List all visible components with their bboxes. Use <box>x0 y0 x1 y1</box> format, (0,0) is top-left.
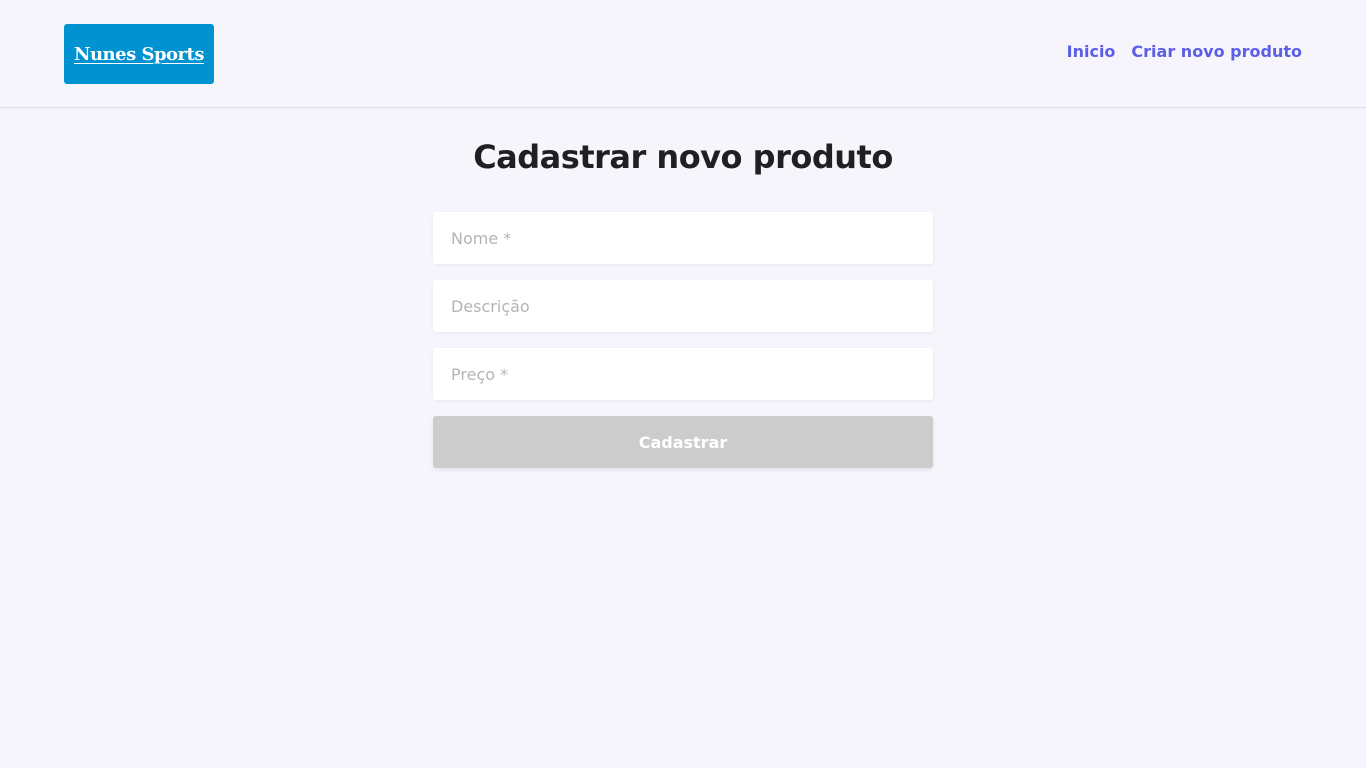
brand-logo-text: Nunes Sports <box>73 43 205 65</box>
description-input[interactable] <box>433 280 933 332</box>
create-product-form: Cadastrar <box>433 212 933 468</box>
nav-link-create-product[interactable]: Criar novo produto <box>1131 42 1302 61</box>
nav-link-home[interactable]: Inicio <box>1067 42 1116 61</box>
submit-button[interactable]: Cadastrar <box>433 416 933 468</box>
page-title: Cadastrar novo produto <box>473 138 893 176</box>
site-header: Nunes Sports Inicio Criar novo produto <box>0 0 1366 108</box>
main-nav: Inicio Criar novo produto <box>1067 42 1302 61</box>
brand-logo[interactable]: Nunes Sports <box>64 24 214 84</box>
price-input[interactable] <box>433 348 933 400</box>
name-input[interactable] <box>433 212 933 264</box>
